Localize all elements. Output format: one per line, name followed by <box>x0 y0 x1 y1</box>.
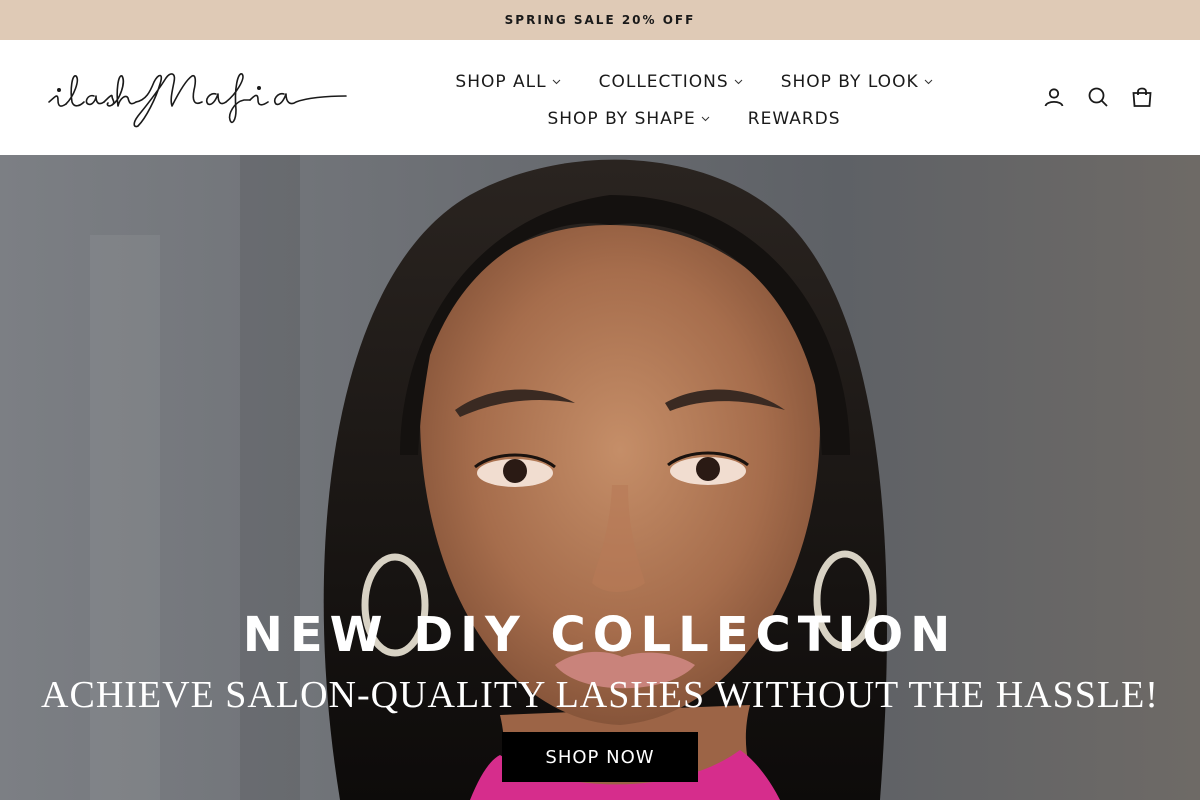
logo-script-icon <box>48 73 347 128</box>
chevron-down-icon <box>701 116 710 122</box>
main-navigation: SHOP ALL COLLECTIONS SHOP BY LOOK SHOP B… <box>420 67 968 141</box>
nav-item-shop-by-shape[interactable]: SHOP BY SHAPE <box>547 109 710 129</box>
brand-logo[interactable] <box>46 70 352 128</box>
nav-label: SHOP BY LOOK <box>780 72 919 92</box>
site-header: SHOP ALL COLLECTIONS SHOP BY LOOK SHOP B… <box>0 40 1200 155</box>
search-icon[interactable] <box>1086 85 1110 109</box>
announcement-text: SPRING SALE 20% OFF <box>504 13 696 27</box>
shop-now-button[interactable]: SHOP NOW <box>502 732 698 782</box>
account-icon[interactable] <box>1042 85 1066 109</box>
announcement-bar: SPRING SALE 20% OFF <box>0 0 1200 40</box>
chevron-down-icon <box>924 79 933 85</box>
nav-item-rewards[interactable]: REWARDS <box>748 109 841 129</box>
nav-item-collections[interactable]: COLLECTIONS <box>599 72 743 92</box>
nav-row-2: SHOP BY SHAPE REWARDS <box>420 104 968 134</box>
hero-banner: NEW DIY COLLECTION ACHIEVE SALON-QUALITY… <box>0 155 1200 800</box>
nav-label: SHOP ALL <box>455 72 547 92</box>
hero-subtitle: ACHIEVE SALON-QUALITY LASHES WITHOUT THE… <box>41 674 1159 716</box>
nav-row-1: SHOP ALL COLLECTIONS SHOP BY LOOK <box>420 67 968 97</box>
hero-title: NEW DIY COLLECTION <box>242 607 958 663</box>
nav-label: COLLECTIONS <box>598 72 729 92</box>
header-actions <box>1042 85 1154 109</box>
chevron-down-icon <box>734 79 743 85</box>
nav-label: SHOP BY SHAPE <box>547 109 696 129</box>
nav-label: REWARDS <box>747 109 841 129</box>
chevron-down-icon <box>552 79 561 85</box>
nav-item-shop-all[interactable]: SHOP ALL <box>455 72 560 92</box>
nav-item-shop-by-look[interactable]: SHOP BY LOOK <box>781 72 933 92</box>
cart-icon[interactable] <box>1130 85 1154 109</box>
